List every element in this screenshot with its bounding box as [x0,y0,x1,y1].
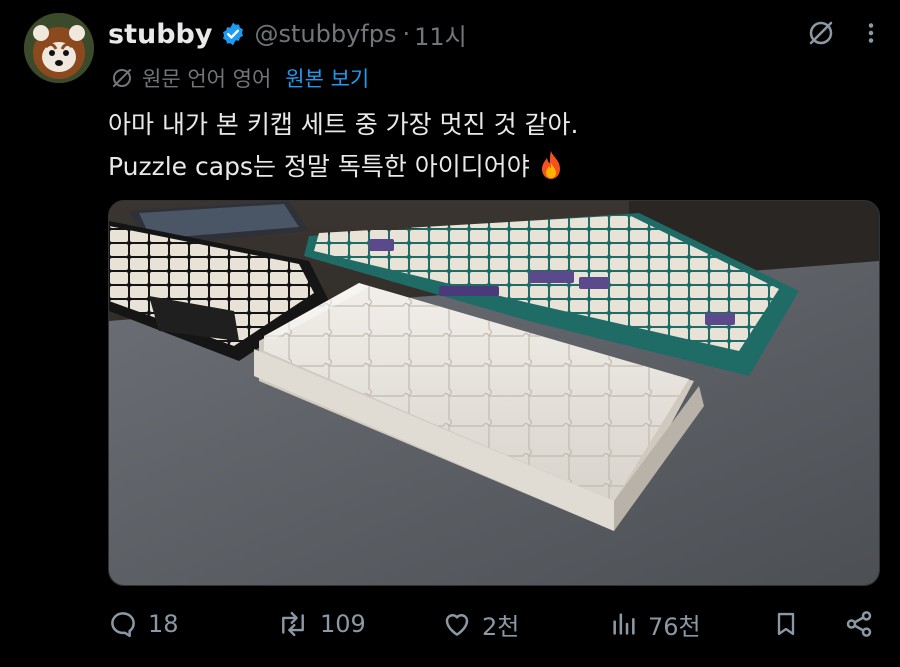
repost-button[interactable]: 109 [276,604,366,644]
keyboard-photo [109,201,879,585]
share-button[interactable] [844,604,874,644]
red-panda-avatar-image [24,13,94,83]
heart-icon [445,614,469,636]
tweet-text: 아마 내가 본 키캡 세트 중 가장 멋진 것 같아. Puzzle caps는… [108,104,578,188]
bookmark-icon [777,612,795,636]
verified-badge-icon [220,21,246,47]
reply-icon [111,612,135,638]
tweet-media-image[interactable] [108,200,880,586]
show-original-link[interactable]: 원본 보기 [285,63,369,93]
tweet-time[interactable]: 11시 [414,17,467,52]
reply-count: 18 [148,610,179,638]
translate-toggle-icon[interactable] [806,18,836,52]
bookmark-button[interactable] [772,604,800,644]
fire-emoji-icon [538,150,564,180]
author-name[interactable]: stubby [108,19,212,50]
share-icon [846,611,872,637]
repost-icon [282,611,304,637]
tweet-action-bar: 18 109 2천 76천 [108,604,876,644]
tweet-text-line-2: Puzzle caps는 정말 독특한 아이디어야 [108,152,530,181]
author-handle[interactable]: @stubbyfps [254,20,396,48]
more-dots-icon[interactable] [866,18,876,52]
tweet-header: stubby @stubbyfps · 11시 [108,14,467,54]
like-count: 2천 [482,612,520,641]
translate-icon [110,66,134,90]
reply-button[interactable]: 18 [108,604,179,644]
like-button[interactable]: 2천 [442,604,519,644]
avatar[interactable] [24,13,94,83]
views-chart-icon [613,613,635,635]
repost-count: 109 [320,610,366,638]
translation-note: 원문 언어 영어 [142,67,272,91]
translation-row: 원문 언어 영어 원본 보기 [110,62,369,94]
tweet-text-line-1: 아마 내가 본 키캡 세트 중 가장 멋진 것 같아. [108,110,579,139]
header-separator: · [402,20,411,48]
views-count: 76천 [648,612,701,641]
views-button[interactable]: 76천 [610,604,701,644]
header-actions [806,18,876,52]
